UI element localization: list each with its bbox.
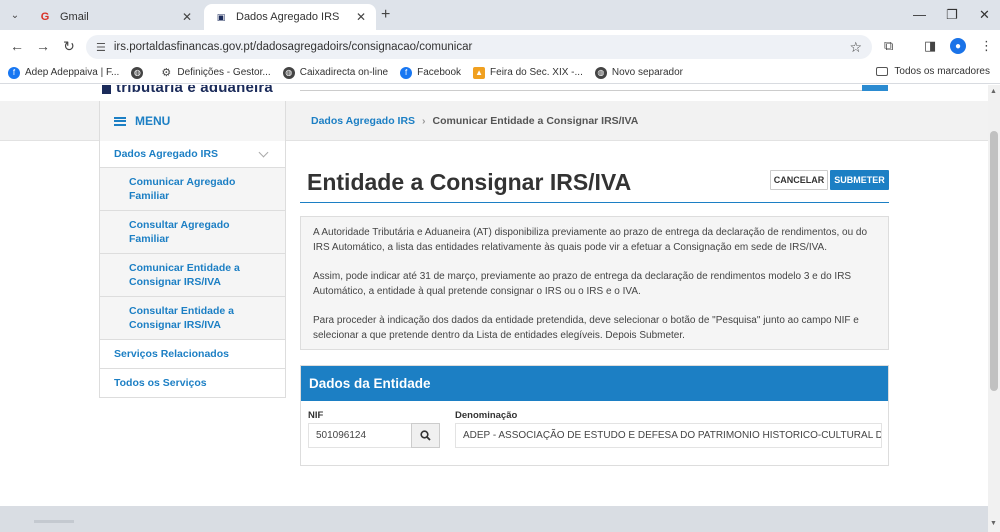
breadcrumb: Dados Agregado IRS › Comunicar Entidade a … — [311, 115, 638, 127]
tab-dados-agregado[interactable]: ▣ Dados Agregado IRS ✕ — [204, 4, 376, 30]
sidebar-item-consultar-entidade[interactable]: Consultar Entidade a Consignar IRS/IVA — [100, 297, 285, 340]
sidebar-item-dados-agregado[interactable]: Dados Agregado IRS — [100, 141, 285, 168]
site-search-field[interactable] — [300, 90, 862, 91]
scroll-down-icon[interactable]: ▼ — [990, 520, 997, 527]
submit-button[interactable]: SUBMETER — [830, 170, 889, 190]
bookmarks-bar: f Adep Adeppaiva | F... ◍ ⚙ Definições - G… — [0, 62, 1000, 84]
profile-avatar-icon[interactable]: ● — [950, 38, 966, 54]
info-paragraph: A Autoridade Tributária e Aduaneira (AT)… — [313, 227, 868, 253]
bookmark-feira[interactable]: ▲ Feira do Sec. XIX -... — [473, 66, 583, 79]
sidebar-item-label: Dados Agregado IRS — [114, 148, 219, 160]
info-box: A Autoridade Tributária e Aduaneira (AT)… — [300, 216, 889, 350]
menu-kebab-icon[interactable]: ⋮ — [980, 38, 993, 54]
tab-label: Gmail — [60, 11, 89, 23]
address-toolbar: ← → ↻ ☰ irs.portaldasfinancas.gov.pt/dad… — [0, 30, 1000, 62]
site-search-button[interactable] — [862, 85, 888, 91]
sidebar-item-servicos-relacionados[interactable]: Serviços Relacionados — [100, 340, 285, 369]
url-text[interactable]: irs.portaldasfinancas.gov.pt/dadosagrega… — [114, 41, 850, 53]
nif-search-button[interactable] — [411, 423, 440, 448]
nif-field[interactable]: 501096124 — [308, 423, 412, 448]
entity-panel: Dados da Entidade NIF 501096124 Denomina… — [300, 365, 889, 466]
page-title: Entidade a Consignar IRS/IVA — [307, 169, 632, 195]
breadcrumb-current: Comunicar Entidade a Consignar IRS/IVA — [432, 115, 639, 127]
sidebar-item-comunicar-entidade[interactable]: Comunicar Entidade a Consignar IRS/IVA — [100, 254, 285, 297]
title-divider — [300, 202, 889, 203]
cancel-button[interactable]: CANCELAR — [770, 170, 828, 190]
minimize-icon[interactable]: — — [913, 7, 926, 22]
sidebar: Dados Agregado IRS Comunicar Agregado Fa… — [99, 141, 286, 398]
bookmark-caixadirecta[interactable]: ◍ Caixadirecta on-line — [282, 66, 388, 79]
at-logo-icon — [102, 85, 111, 94]
nif-label: NIF — [308, 410, 324, 421]
sidebar-item-consultar-agregado[interactable]: Consultar Agregado Familiar — [100, 211, 285, 254]
new-tab-icon[interactable]: + — [381, 6, 390, 24]
bookmark-star-icon[interactable]: ☆ — [849, 39, 862, 56]
at-favicon-icon: ▣ — [216, 11, 226, 22]
gear-icon: ⚙ — [161, 67, 172, 79]
tab-search-icon[interactable]: ⌄ — [6, 6, 24, 24]
hamburger-icon — [114, 116, 126, 126]
bookmark-novo-separador[interactable]: ◍ Novo separador — [594, 66, 683, 79]
restore-icon[interactable]: ❐ — [946, 7, 958, 23]
back-icon[interactable]: ← — [8, 38, 26, 54]
site-logo-text[interactable]: tributária e aduaneira — [116, 85, 273, 96]
close-window-icon[interactable]: ✕ — [979, 7, 990, 23]
denominacao-label: Denominação — [455, 410, 518, 421]
globe-icon: ◍ — [282, 66, 295, 79]
sidebar-item-todos-servicos[interactable]: Todos os Serviços — [100, 369, 285, 397]
entity-panel-heading: Dados da Entidade — [301, 366, 888, 401]
facebook-icon: f — [400, 66, 413, 79]
info-paragraph: Assim, pode indicar até 31 de março, pre… — [313, 271, 852, 297]
bookmark-definicoes[interactable]: ⚙ Definições - Gestor... — [160, 67, 270, 79]
bookmark-adep[interactable]: f Adep Adeppaiva | F... — [8, 66, 119, 79]
site-info-icon[interactable]: ☰ — [96, 41, 106, 54]
breadcrumb-separator-icon: › — [422, 115, 426, 127]
tab-label: Dados Agregado IRS — [236, 11, 340, 23]
gmail-icon: G — [40, 11, 50, 23]
denominacao-field[interactable]: ADEP - ASSOCIAÇÃO DE ESTUDO E DEFESA DO … — [455, 423, 882, 448]
reload-icon[interactable]: ↻ — [60, 38, 78, 55]
globe-icon: ◍ — [131, 66, 144, 79]
page-footer — [0, 506, 988, 532]
info-paragraph: Para proceder à indicação dos dados da e… — [313, 315, 859, 341]
sidepanel-icon[interactable]: ◨ — [924, 38, 936, 54]
close-tab-icon[interactable]: ✕ — [356, 10, 366, 24]
footer-logo — [34, 520, 74, 523]
globe-icon: ◍ — [594, 66, 607, 79]
page-viewport: tributária e aduaneira MENU Dados Agrega… — [0, 85, 988, 532]
bookmark-globe[interactable]: ◍ — [131, 66, 148, 79]
scrollbar-thumb[interactable] — [990, 131, 998, 391]
image-icon: ▲ — [473, 66, 486, 79]
all-bookmarks[interactable]: Todos os marcadores — [876, 66, 990, 77]
chevron-down-icon — [258, 147, 269, 157]
page-scrollbar[interactable]: ▲ ▼ — [988, 85, 1000, 532]
browser-tab-bar: ⌄ G Gmail ✕ ▣ Dados Agregado IRS ✕ + — ❐… — [0, 0, 1000, 30]
search-icon — [420, 430, 431, 441]
close-tab-icon[interactable]: ✕ — [182, 10, 192, 24]
sidebar-item-comunicar-agregado[interactable]: Comunicar Agregado Familiar — [100, 168, 285, 211]
folder-icon — [876, 67, 889, 76]
tab-gmail[interactable]: G Gmail ✕ — [28, 4, 202, 30]
menu-label: MENU — [135, 114, 171, 128]
forward-icon[interactable]: → — [34, 38, 52, 54]
scroll-up-icon[interactable]: ▲ — [990, 88, 997, 95]
site-header: tributária e aduaneira — [0, 85, 988, 101]
breadcrumb-parent[interactable]: Dados Agregado IRS — [311, 115, 415, 127]
facebook-icon: f — [8, 66, 20, 79]
extensions-icon[interactable]: ⧉ — [884, 38, 893, 54]
url-bar[interactable]: ☰ irs.portaldasfinancas.gov.pt/dadosagre… — [86, 35, 872, 59]
bookmark-facebook[interactable]: f Facebook — [400, 66, 461, 79]
menu-toggle[interactable]: MENU — [99, 101, 286, 141]
